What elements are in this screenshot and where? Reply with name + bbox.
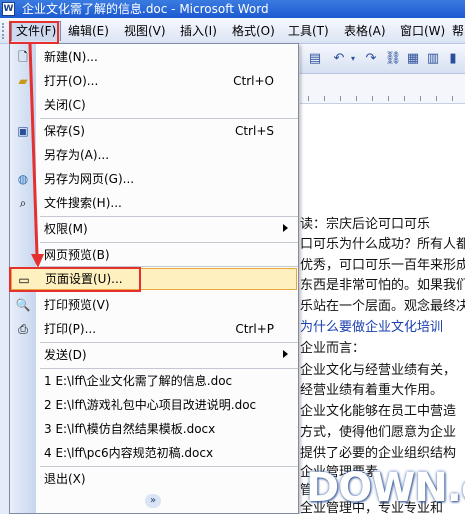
redo-icon[interactable]: ↷ bbox=[362, 50, 380, 68]
menu-item-save-as[interactable]: 另存为(A)... bbox=[10, 144, 298, 166]
window-title: 企业文化需了解的信息.doc - Microsoft Word bbox=[22, 2, 269, 16]
submenu-arrow-icon bbox=[283, 224, 288, 232]
menu-item-new[interactable]: 🗋 新建(N)... bbox=[10, 46, 298, 68]
menu-separator bbox=[40, 368, 298, 369]
watermark-logo: DOWN.cc bbox=[304, 462, 465, 514]
hyperlink-icon[interactable]: ⛓ bbox=[384, 50, 402, 68]
ruler-tick bbox=[308, 96, 309, 101]
menu-table[interactable]: 表格(A) bbox=[340, 21, 390, 41]
expand-menu-chevron-icon[interactable]: » bbox=[145, 494, 161, 508]
undo-dropdown-icon[interactable]: ▾ bbox=[344, 50, 362, 68]
doc-line: 优秀，可口可乐一百年来形成 bbox=[300, 258, 465, 273]
menu-separator bbox=[40, 216, 298, 217]
ruler-tick bbox=[356, 96, 357, 101]
doc-line: 乐站在一个层面。观念最终决 bbox=[300, 299, 465, 314]
doc-line: 提供了必要的企业组织结构 bbox=[300, 446, 457, 461]
new-doc-icon: 🗋 bbox=[18, 50, 28, 64]
tables-icon[interactable]: ▦ bbox=[404, 50, 422, 68]
save-icon: ▣ bbox=[17, 124, 29, 138]
menu-edit[interactable]: 编辑(E) bbox=[64, 21, 113, 41]
doc-line: 企业而言： bbox=[300, 341, 366, 356]
insert-table-icon[interactable]: ▥ bbox=[424, 50, 442, 68]
menu-item-file-search[interactable]: ⌕ 文件搜索(H)... bbox=[10, 192, 298, 214]
doc-line: 企业文化能够在员工中营造 bbox=[300, 404, 457, 419]
ruler-tick bbox=[388, 96, 389, 101]
menu-item-print-preview[interactable]: 🔍 打印预览(V) bbox=[10, 294, 298, 316]
ruler-tick bbox=[372, 96, 373, 101]
menu-item-save[interactable]: ▣ 保存(S) Ctrl+S bbox=[10, 120, 298, 142]
standard-toolbar: ▤ ↶ ▾ ↷ ⛓ ▦ ▥ ▮ bbox=[300, 44, 465, 74]
doc-line: 口可乐为什么成功？所有人都 bbox=[300, 237, 465, 252]
menu-item-recent-3[interactable]: 3 E:\lff\模仿自然结果模板.docx bbox=[10, 418, 298, 440]
menu-item-print[interactable]: ⎙ 打印(P)... Ctrl+P bbox=[10, 318, 298, 340]
ruler-tick bbox=[340, 96, 341, 101]
file-search-icon: ⌕ bbox=[19, 196, 27, 210]
menu-item-exit[interactable]: 退出(X) bbox=[10, 468, 298, 490]
watermark-text: DOWN.cc bbox=[306, 465, 465, 511]
doc-line: 方式，使得他们愿意为企业 bbox=[300, 425, 457, 440]
columns-icon[interactable]: ▮ bbox=[444, 50, 462, 68]
menu-window[interactable]: 窗口(W) bbox=[396, 21, 449, 41]
doc-heading: 为什么要做企业文化培训 bbox=[300, 320, 444, 335]
ruler-tick bbox=[404, 96, 405, 101]
doc-line: 东西是非常可怕的。如果我们 bbox=[300, 278, 465, 293]
menu-bar: 文件(F) 编辑(E) 视图(V) 插入(I) 格式(O) 工具(T) 表格(A… bbox=[0, 18, 465, 44]
menu-separator bbox=[40, 118, 298, 119]
doc-line: 经营业绩有着重大作用。 bbox=[300, 383, 444, 398]
ruler-tick bbox=[436, 96, 437, 101]
menu-grip-icon[interactable] bbox=[2, 23, 6, 39]
menu-separator bbox=[40, 466, 298, 467]
menu-item-permission[interactable]: 权限(M) bbox=[10, 218, 298, 240]
menu-tools[interactable]: 工具(T) bbox=[284, 21, 333, 41]
menu-help[interactable]: 帮 bbox=[448, 21, 465, 41]
word-icon[interactable]: W bbox=[2, 2, 15, 16]
menu-separator bbox=[40, 342, 298, 343]
annotation-box-file-menu bbox=[9, 21, 59, 44]
title-bar: W 企业文化需了解的信息.doc - Microsoft Word bbox=[0, 0, 465, 18]
menu-insert[interactable]: 插入(I) bbox=[176, 21, 221, 41]
doc-line: 企业文化与经营业绩有关， bbox=[300, 363, 457, 378]
menu-separator bbox=[40, 242, 298, 243]
web-page-icon: ◍ bbox=[17, 172, 29, 186]
paste-icon[interactable]: ▤ bbox=[306, 50, 324, 68]
menu-item-close[interactable]: 关闭(C) bbox=[10, 94, 298, 116]
ruler-tick bbox=[324, 96, 325, 101]
print-icon: ⎙ bbox=[18, 322, 28, 336]
ruler-tick bbox=[452, 96, 453, 101]
ruler-tick bbox=[420, 96, 421, 101]
menu-format[interactable]: 格式(O) bbox=[228, 21, 279, 41]
menu-item-web-preview[interactable]: 网页预览(B) bbox=[10, 244, 298, 266]
menu-item-open[interactable]: ▰ 打开(O)... Ctrl+O bbox=[10, 70, 298, 92]
print-preview-icon: 🔍 bbox=[15, 298, 31, 312]
document-body[interactable]: 读：宗庆后论可口可乐 口可乐为什么成功？所有人都 优秀，可口可乐一百年来形成 东… bbox=[300, 105, 465, 514]
submenu-arrow-icon bbox=[283, 350, 288, 358]
horizontal-ruler[interactable] bbox=[300, 74, 465, 104]
menu-item-save-as-web[interactable]: ◍ 另存为网页(G)... bbox=[10, 168, 298, 190]
menu-item-recent-1[interactable]: 1 E:\lff\企业文化需了解的信息.doc bbox=[10, 370, 298, 392]
menu-item-recent-4[interactable]: 4 E:\lff\pc6内容规范初稿.docx bbox=[10, 442, 298, 464]
menu-item-recent-2[interactable]: 2 E:\lff\游戏礼包中心项目改进说明.doc bbox=[10, 394, 298, 416]
annotation-box-page-setup bbox=[9, 267, 141, 292]
open-folder-icon: ▰ bbox=[18, 74, 28, 88]
menu-item-send[interactable]: 发送(D) bbox=[10, 344, 298, 366]
menu-view[interactable]: 视图(V) bbox=[120, 21, 170, 41]
doc-line: 读：宗庆后论可口可乐 bbox=[300, 217, 431, 232]
